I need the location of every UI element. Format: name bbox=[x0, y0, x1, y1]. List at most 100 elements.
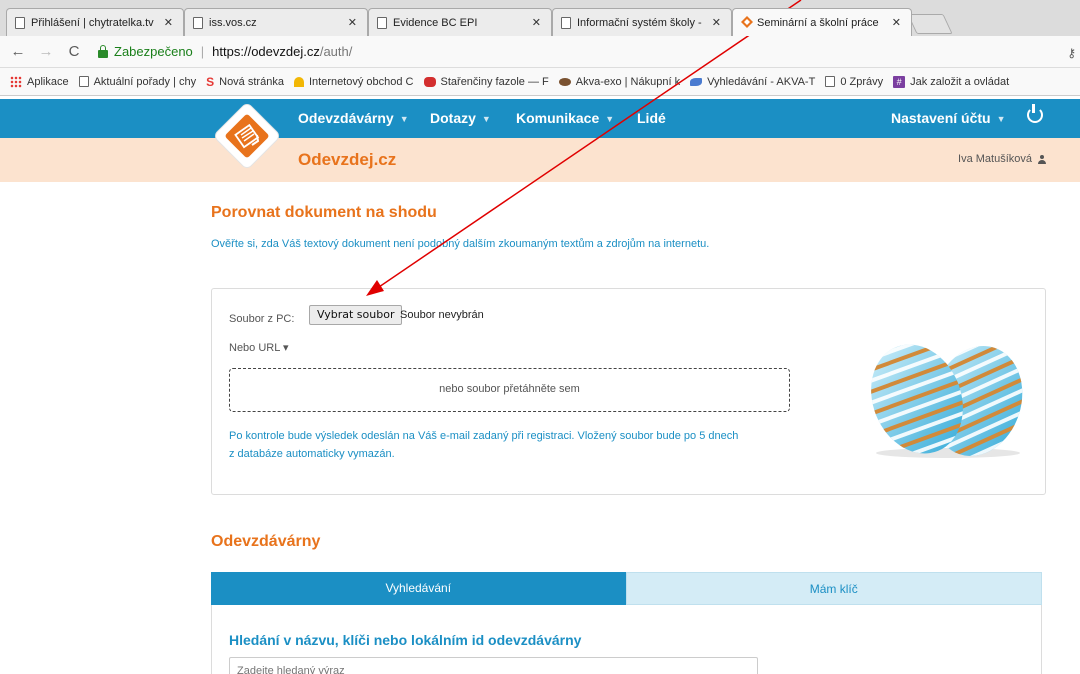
tab-close-icon[interactable]: ✕ bbox=[348, 16, 357, 29]
hat-icon bbox=[293, 76, 304, 87]
nav-label: Odevzdávárny bbox=[298, 110, 394, 126]
submissions-title: Odevzdávárny bbox=[211, 533, 321, 550]
url-host[interactable]: https://odevzdej.cz bbox=[212, 44, 320, 59]
bird-icon bbox=[690, 77, 703, 86]
browser-tab-title: Seminární a školní práce bbox=[757, 16, 879, 29]
choose-file-button[interactable]: Vybrat soubor bbox=[309, 305, 403, 325]
page-icon bbox=[825, 76, 836, 87]
browser-tab[interactable]: Informační systém školy - ✕ bbox=[552, 8, 732, 36]
browser-tab[interactable]: iss.vos.cz ✕ bbox=[184, 8, 368, 36]
bookmarks-bar: Aplikace Aktuální pořady | chy S Nová str… bbox=[0, 68, 1080, 96]
bookmark-item[interactable]: Vyhledávání - AKVA-T bbox=[690, 76, 815, 88]
browser-tab-title: Přihlášení | chytratelka.tv bbox=[31, 16, 154, 29]
bookmark-label: Aktuální pořady | chy bbox=[93, 75, 197, 88]
submissions-tabs: Vyhledávání Mám klíč bbox=[211, 572, 1042, 605]
bookmark-item[interactable]: S Nová stránka bbox=[206, 75, 284, 89]
tab-close-icon[interactable]: ✕ bbox=[532, 16, 541, 29]
bookmark-label: Akva-exo | Nákupní k bbox=[575, 75, 681, 88]
power-icon[interactable] bbox=[1027, 104, 1043, 123]
file-label: Soubor z PC: bbox=[229, 313, 295, 325]
s-icon: S bbox=[206, 74, 215, 89]
bookmark-item[interactable]: Stařenčiny fazole — F bbox=[423, 75, 549, 88]
bookmark-label: Internetový obchod C bbox=[308, 75, 414, 88]
new-tab-button[interactable] bbox=[907, 14, 953, 34]
upload-panel: Soubor z PC: Vybrat soubor Soubor nevybr… bbox=[211, 288, 1046, 495]
bookmark-label: Vyhledávání - AKVA-T bbox=[707, 75, 816, 88]
browser-tab-title: iss.vos.cz bbox=[209, 16, 257, 29]
apps-icon bbox=[10, 75, 22, 88]
key-icon[interactable]: ⚷ bbox=[1067, 46, 1076, 60]
bookmark-item[interactable]: Aktuální pořady | chy bbox=[78, 75, 197, 88]
nav-account-settings[interactable]: Nastavení účtu ▼ bbox=[891, 110, 1006, 126]
browser-tab-title: Evidence BC EPI bbox=[393, 16, 478, 29]
nav-label: Dotazy bbox=[430, 110, 476, 126]
user-name[interactable]: Iva Matušíková bbox=[958, 153, 1032, 165]
screen: Přihlášení | chytratelka.tv ✕ iss.vos.cz… bbox=[0, 0, 1080, 674]
browser-tab-strip: Přihlášení | chytratelka.tv ✕ iss.vos.cz… bbox=[0, 0, 1080, 36]
bean-icon bbox=[423, 76, 436, 87]
forward-arrow-icon[interactable]: → bbox=[36, 43, 56, 60]
odevzdej-favicon-icon bbox=[741, 16, 753, 28]
bookmark-item[interactable]: Aplikace bbox=[10, 75, 69, 88]
bookmark-label: 0 Zprávy bbox=[840, 75, 884, 88]
browser-tab[interactable]: Evidence BC EPI ✕ bbox=[368, 8, 552, 36]
compare-title: Porovnat dokument na shodu bbox=[211, 204, 437, 221]
search-input[interactable] bbox=[229, 657, 758, 674]
file-status: Soubor nevybrán bbox=[400, 309, 484, 321]
odevzdej-logo[interactable] bbox=[211, 100, 283, 172]
secure-label: Zabezpečeno bbox=[114, 44, 193, 59]
upload-info-line: Po kontrole bude výsledek odeslán na Váš… bbox=[229, 430, 739, 442]
bookmark-label: Nová stránka bbox=[219, 75, 284, 88]
nav-people[interactable]: Lidé bbox=[637, 110, 666, 126]
brand-bar: Odevzdej.cz Iva Matušíková bbox=[0, 138, 1080, 182]
browser-tab[interactable]: Přihlášení | chytratelka.tv ✕ bbox=[6, 8, 184, 36]
easter-eggs-illustration bbox=[862, 330, 1032, 459]
caret-down-icon: ▼ bbox=[996, 114, 1006, 124]
tab-have-key[interactable]: Mám klíč bbox=[625, 572, 1042, 605]
bookmark-label: Jak založit a ovládat bbox=[910, 75, 1010, 88]
reload-icon[interactable]: C bbox=[64, 43, 84, 60]
tab-close-icon[interactable]: ✕ bbox=[164, 16, 173, 29]
bookmark-item[interactable]: 0 Zprávy bbox=[825, 76, 883, 88]
caret-down-icon: ▼ bbox=[399, 114, 409, 124]
url-separator: | bbox=[200, 44, 205, 59]
tab-search[interactable]: Vyhledávání bbox=[211, 572, 626, 605]
bookmark-item[interactable]: # Jak založit a ovládat bbox=[893, 75, 1010, 88]
browser-tab-active[interactable]: Seminární a školní práce ✕ bbox=[732, 8, 912, 36]
nav-communication[interactable]: Komunikace ▼ bbox=[516, 110, 614, 126]
site-top-nav: Odevzdávárny ▼ Dotazy ▼ Komunikace ▼ Lidé N… bbox=[0, 99, 1080, 138]
url-path[interactable]: /auth/ bbox=[320, 44, 353, 59]
lock-icon bbox=[98, 44, 108, 58]
bookmark-label: Stařenčiny fazole — F bbox=[440, 75, 549, 88]
file-dropzone[interactable]: nebo soubor přetáhněte sem bbox=[229, 368, 790, 412]
browser-tab-title: Informační systém školy - bbox=[577, 16, 702, 29]
bookmark-item[interactable]: Akva-exo | Nákupní k bbox=[558, 75, 681, 88]
hash-icon: # bbox=[893, 75, 906, 88]
nav-label: Komunikace bbox=[516, 110, 600, 126]
nav-label: Lidé bbox=[637, 110, 666, 126]
address-bar: ← → C Zabezpečeno | https://odevzdej.cz /… bbox=[0, 36, 1080, 68]
page-icon bbox=[377, 17, 387, 29]
nav-questions[interactable]: Dotazy ▼ bbox=[430, 110, 491, 126]
page-icon bbox=[15, 17, 25, 29]
bookmark-label: Aplikace bbox=[27, 75, 69, 88]
fish-icon bbox=[558, 77, 571, 86]
bookmark-item[interactable]: Internetový obchod C bbox=[293, 75, 414, 88]
nav-label: Nastavení účtu bbox=[891, 110, 991, 126]
caret-down-icon: ▼ bbox=[481, 114, 491, 124]
brand-name[interactable]: Odevzdej.cz bbox=[298, 150, 396, 170]
tab-close-icon[interactable]: ✕ bbox=[892, 16, 901, 29]
caret-down-icon: ▼ bbox=[605, 114, 615, 124]
page-icon bbox=[193, 17, 203, 29]
back-arrow-icon[interactable]: ← bbox=[8, 43, 28, 60]
upload-info: Po kontrole bude výsledek odeslán na Váš… bbox=[229, 427, 789, 463]
tab-close-icon[interactable]: ✕ bbox=[712, 16, 721, 29]
nav-submissions[interactable]: Odevzdávárny ▼ bbox=[298, 110, 409, 126]
search-title: Hledání v názvu, klíči nebo lokálním id … bbox=[229, 632, 582, 648]
url-toggle[interactable]: Nebo URL ▾ bbox=[229, 341, 289, 354]
page-icon bbox=[78, 76, 89, 87]
page-icon bbox=[561, 17, 571, 29]
compare-description: Ověřte si, zda Váš textový dokument není… bbox=[211, 238, 710, 250]
user-icon[interactable] bbox=[1038, 155, 1046, 164]
upload-info-line: z databáze automaticky vymazán. bbox=[229, 448, 395, 460]
